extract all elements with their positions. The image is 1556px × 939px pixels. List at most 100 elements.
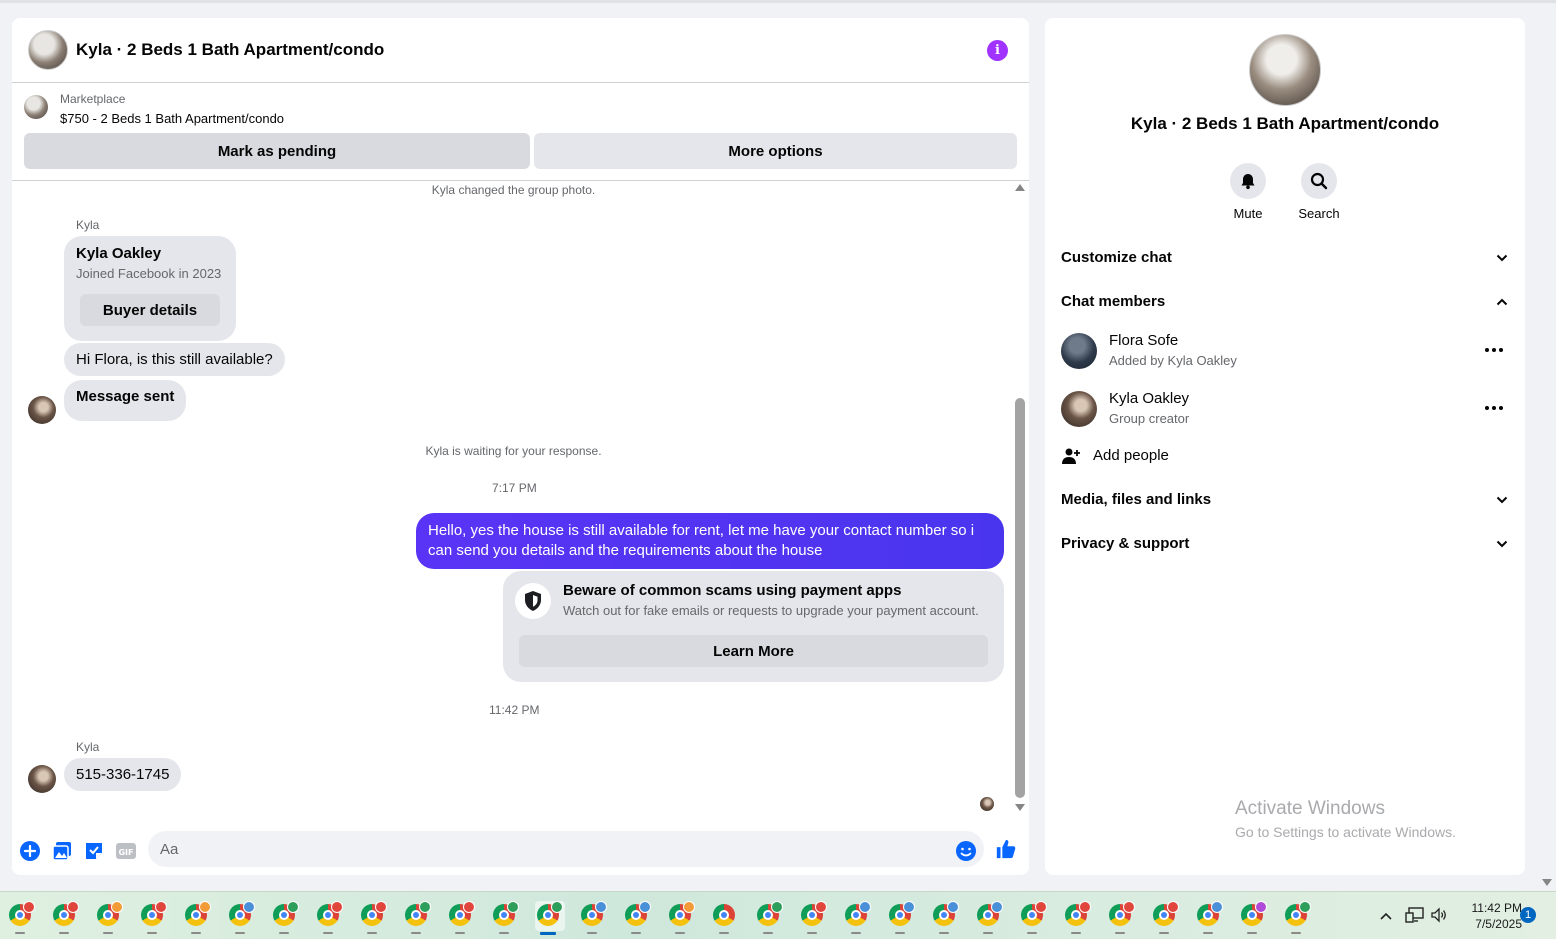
running-indicator <box>1291 932 1301 934</box>
chrome-taskbar-icon[interactable] <box>1239 901 1269 934</box>
chrome-taskbar-icon[interactable] <box>535 901 565 935</box>
message-list: Kyla changed the group photo. Kyla Kyla … <box>12 182 1015 822</box>
privacy-support-row[interactable]: Privacy & support <box>1061 535 1509 552</box>
chrome-taskbar-icon[interactable] <box>843 901 873 934</box>
message-scrollbar[interactable] <box>1013 184 1027 814</box>
more-icon[interactable] <box>1479 397 1509 419</box>
system-clock[interactable]: 11:42 PM 7/5/2025 <box>1460 900 1522 932</box>
outgoing-message[interactable]: Hello, yes the house is still available … <box>416 513 1004 569</box>
notification-badge[interactable]: 1 <box>1520 907 1536 923</box>
chrome-taskbar-icon[interactable] <box>359 901 389 934</box>
chrome-taskbar-icon[interactable] <box>95 901 125 934</box>
profile-badge-icon <box>1167 901 1179 913</box>
more-options-button[interactable]: More options <box>534 133 1017 169</box>
running-indicator <box>1027 932 1037 934</box>
mark-as-pending-button[interactable]: Mark as pending <box>24 133 530 169</box>
running-indicator <box>323 932 333 934</box>
chrome-taskbar-icon[interactable] <box>799 901 829 934</box>
scrollbar-thumb[interactable] <box>1015 398 1025 798</box>
group-avatar[interactable] <box>28 30 68 70</box>
learn-more-button[interactable]: Learn More <box>519 635 988 667</box>
scam-warning-subtitle: Watch out for fake emails or requests to… <box>563 603 979 618</box>
chrome-taskbar-icon[interactable] <box>711 901 741 934</box>
mute-button[interactable]: Mute <box>1213 163 1283 221</box>
chrome-taskbar-icon[interactable] <box>51 901 81 934</box>
incoming-message[interactable]: Hi Flora, is this still available? <box>64 343 285 376</box>
photo-icon[interactable] <box>51 840 73 862</box>
member-item[interactable]: Flora Sofe Added by Kyla Oakley <box>1061 332 1509 373</box>
incoming-message[interactable]: 515-336-1745 <box>64 758 182 791</box>
chrome-taskbar-icon[interactable] <box>975 901 1005 934</box>
sender-avatar[interactable] <box>28 396 56 424</box>
chrome-taskbar-icon[interactable] <box>447 901 477 934</box>
profile-badge-icon <box>199 901 211 913</box>
profile-badge-icon <box>67 901 79 913</box>
member-item[interactable]: Kyla Oakley Group creator <box>1061 390 1509 431</box>
chrome-taskbar-icon[interactable] <box>1107 901 1137 934</box>
customize-chat-row[interactable]: Customize chat <box>1061 249 1509 266</box>
member-avatar[interactable] <box>1061 333 1097 369</box>
bell-icon <box>1230 163 1266 199</box>
sender-avatar[interactable] <box>28 765 56 793</box>
gif-icon[interactable]: GIF <box>115 840 137 862</box>
profile-badge-icon <box>815 901 827 913</box>
clock-time: 11:42 PM <box>1471 901 1522 915</box>
scroll-down-arrow-icon[interactable] <box>1015 804 1025 811</box>
clock-date: 7/5/2025 <box>1475 917 1522 931</box>
page-scroll-down-icon[interactable] <box>1542 879 1552 886</box>
running-indicator <box>103 932 113 934</box>
chrome-taskbar-icon[interactable] <box>183 901 213 934</box>
chrome-taskbar-icon[interactable] <box>227 901 257 934</box>
timestamp: 7:17 PM <box>492 481 537 495</box>
chrome-taskbar-icon[interactable] <box>1283 901 1313 934</box>
chrome-taskbar-icon[interactable] <box>1063 901 1093 934</box>
chrome-taskbar-icon[interactable] <box>579 901 609 934</box>
network-icon[interactable] <box>1405 906 1425 929</box>
sticker-icon[interactable] <box>83 840 105 862</box>
chrome-taskbar-icon[interactable] <box>667 901 697 934</box>
group-photo[interactable] <box>1249 34 1321 106</box>
incoming-message[interactable]: Message sent <box>64 380 187 421</box>
chrome-taskbar-icon[interactable] <box>403 901 433 934</box>
scam-warning-title: Beware of common scams using payment app… <box>563 582 902 599</box>
listing-thumbnail[interactable] <box>24 95 48 119</box>
chrome-taskbar-icon[interactable] <box>623 901 653 934</box>
chrome-taskbar-icon[interactable] <box>315 901 345 934</box>
chrome-taskbar-icon[interactable] <box>7 901 37 934</box>
volume-icon[interactable] <box>1430 906 1448 929</box>
running-indicator <box>631 932 641 934</box>
chat-title[interactable]: Kyla · 2 Beds 1 Bath Apartment/condo <box>76 40 384 60</box>
profile-badge-icon <box>1299 901 1311 913</box>
system-message: Kyla changed the group photo. <box>431 183 596 197</box>
buyer-details-button[interactable]: Buyer details <box>80 294 220 326</box>
chrome-taskbar-icon[interactable] <box>491 901 521 934</box>
profile-badge-icon <box>639 901 651 913</box>
chrome-taskbar-icon[interactable] <box>1019 901 1049 934</box>
chrome-taskbar-icon[interactable] <box>1151 901 1181 934</box>
chrome-taskbar-icon[interactable] <box>887 901 917 934</box>
chrome-taskbar-icon[interactable] <box>1195 901 1225 934</box>
message-input[interactable] <box>148 831 984 867</box>
running-indicator <box>499 932 509 934</box>
scroll-up-arrow-icon[interactable] <box>1015 184 1025 191</box>
chrome-taskbar-icon[interactable] <box>271 901 301 934</box>
chevron-down-icon <box>1495 493 1509 511</box>
chat-members-row[interactable]: Chat members <box>1061 293 1509 310</box>
like-icon[interactable] <box>995 838 1017 860</box>
chevron-up-icon[interactable] <box>1379 909 1393 927</box>
member-role: Added by Kyla Oakley <box>1109 353 1237 368</box>
chrome-taskbar-icon[interactable] <box>755 901 785 934</box>
plus-icon[interactable] <box>19 840 41 862</box>
profile-badge-icon <box>23 901 35 913</box>
emoji-icon[interactable] <box>955 840 977 862</box>
media-files-links-row[interactable]: Media, files and links <box>1061 491 1509 508</box>
info-icon[interactable]: i <box>987 40 1008 61</box>
member-avatar[interactable] <box>1061 391 1097 427</box>
running-indicator <box>15 932 25 934</box>
profile-badge-icon <box>155 901 167 913</box>
listing-title[interactable]: $750 - 2 Beds 1 Bath Apartment/condo <box>60 111 284 126</box>
search-button[interactable]: Search <box>1284 163 1354 221</box>
chrome-taskbar-icon[interactable] <box>139 901 169 934</box>
more-icon[interactable] <box>1479 339 1509 361</box>
chrome-taskbar-icon[interactable] <box>931 901 961 934</box>
